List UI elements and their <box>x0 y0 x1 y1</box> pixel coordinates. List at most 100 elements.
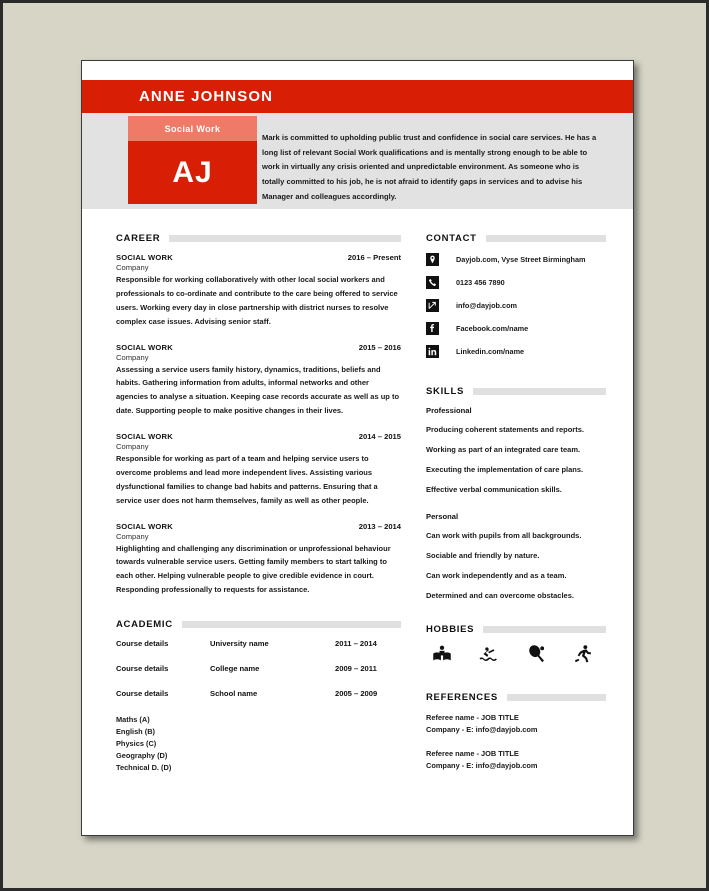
job-dates: 2016 – Present <box>347 253 401 262</box>
academic-section-header: ACADEMIC <box>116 619 401 630</box>
education-institution: School name <box>210 689 258 698</box>
job-entry: SOCIAL WORK 2015 – 2016 Company Assessin… <box>116 343 401 419</box>
career-header-rule <box>169 235 401 242</box>
reference-company-email: Company - E: info@dayjob.com <box>426 724 538 734</box>
table-tennis-icon <box>526 644 546 664</box>
phone-icon <box>426 276 439 289</box>
linkedin-icon <box>426 345 439 358</box>
profile-summary: Mark is committed to upholding public tr… <box>262 133 597 201</box>
job-dates: 2014 – 2015 <box>358 432 401 441</box>
hobbies-heading: HOBBIES <box>426 624 475 635</box>
grade-item: English (B) <box>116 726 156 736</box>
reference-entry: Referee name - JOB TITLE Company - E: in… <box>426 712 606 736</box>
email-icon <box>426 299 439 312</box>
reference-name-title: Referee name - JOB TITLE <box>426 713 519 722</box>
hobby-icon-list <box>432 644 606 664</box>
skills-section: SKILLS Professional Producing coherent s… <box>426 386 606 600</box>
job-header-row: SOCIAL WORK 2013 – 2014 <box>116 522 401 531</box>
skills-professional-label: Professional <box>426 406 472 415</box>
grades-list: Maths (A) English (B) Physics (C) Geogra… <box>116 714 401 774</box>
running-icon <box>573 644 593 664</box>
job-dates: 2015 – 2016 <box>358 342 401 352</box>
job-header-row: SOCIAL WORK 2015 – 2016 <box>116 343 401 352</box>
job-company: Company <box>116 263 149 272</box>
job-entry: SOCIAL WORK 2016 – Present Company Respo… <box>116 253 401 329</box>
skills-header-rule <box>472 388 606 395</box>
job-description: Responsible for working collaboratively … <box>116 275 398 326</box>
contact-header-rule <box>485 235 606 242</box>
badge-job-title: Social Work <box>128 116 257 141</box>
job-entry: SOCIAL WORK 2014 – 2015 Company Responsi… <box>116 432 401 508</box>
contact-email-text: info@dayjob.com <box>456 301 518 310</box>
contact-row-address: Dayjob.com, Vyse Street Birmingham <box>426 253 606 266</box>
contact-heading: CONTACT <box>426 233 477 244</box>
skills-section-header: SKILLS <box>426 386 606 397</box>
career-heading: CAREER <box>116 233 161 244</box>
job-company: Company <box>116 442 149 451</box>
job-dates: 2013 – 2014 <box>358 521 401 531</box>
resume-page: ANNE JOHNSON Social Work AJ Mark is comm… <box>81 60 634 836</box>
hobbies-header-rule <box>483 626 606 633</box>
name-banner: ANNE JOHNSON <box>82 80 633 113</box>
education-years: 2011 – 2014 <box>335 639 377 648</box>
reference-company-email: Company - E: info@dayjob.com <box>426 760 538 770</box>
job-title: SOCIAL WORK <box>116 521 173 531</box>
grade-item: Geography (D) <box>116 750 168 760</box>
swimming-icon <box>479 644 499 664</box>
job-title: SOCIAL WORK <box>116 342 173 352</box>
left-column: CAREER SOCIAL WORK 2016 – Present Compan… <box>116 233 401 774</box>
contact-phone-text: 0123 456 7890 <box>456 278 505 287</box>
education-course: Course details <box>116 664 169 673</box>
job-description: Highlighting and challenging any discrim… <box>116 543 391 595</box>
contact-row-facebook[interactable]: Facebook.com/name <box>426 322 606 335</box>
academic-section: ACADEMIC Course details University name … <box>116 619 401 774</box>
job-entry: SOCIAL WORK 2013 – 2014 Company Highligh… <box>116 522 401 598</box>
references-section-header: REFERENCES <box>426 692 606 703</box>
contact-facebook-text: Facebook.com/name <box>456 324 529 333</box>
contact-row-linkedin[interactable]: Linkedin.com/name <box>426 345 606 358</box>
grade-item: Maths (A) <box>116 715 150 724</box>
job-company: Company <box>116 531 149 541</box>
grade-item: Physics (C) <box>116 738 157 748</box>
skills-heading: SKILLS <box>426 386 464 397</box>
job-title: SOCIAL WORK <box>116 432 173 441</box>
hobbies-section-header: HOBBIES <box>426 624 606 635</box>
academic-heading: ACADEMIC <box>116 619 173 630</box>
references-header-rule <box>506 694 606 701</box>
screenshot-frame: ANNE JOHNSON Social Work AJ Mark is comm… <box>0 0 709 891</box>
contact-section-header: CONTACT <box>426 233 606 244</box>
grade-item: Technical D. (D) <box>116 762 172 772</box>
facebook-icon <box>426 322 439 335</box>
contact-linkedin-text: Linkedin.com/name <box>456 347 525 356</box>
references-section: REFERENCES Referee name - JOB TITLE Comp… <box>426 692 606 771</box>
skills-group-divider <box>426 505 606 512</box>
contact-address-text: Dayjob.com, Vyse Street Birmingham <box>456 255 586 264</box>
education-row: Course details University name 2011 – 20… <box>116 639 401 648</box>
skill-item: Sociable and friendly by nature. <box>426 551 540 560</box>
education-institution: College name <box>210 664 260 673</box>
hobbies-section: HOBBIES <box>426 624 606 664</box>
skill-item: Can work independently and as a team. <box>426 571 567 580</box>
job-company: Company <box>116 352 149 362</box>
right-column: CONTACT Dayjob.com, Vyse Street Birmingh… <box>426 233 606 783</box>
academic-header-rule <box>181 621 401 628</box>
education-course: Course details <box>116 639 169 648</box>
job-title: SOCIAL WORK <box>116 253 173 262</box>
contact-section: CONTACT Dayjob.com, Vyse Street Birmingh… <box>426 233 606 358</box>
career-section-header: CAREER <box>116 233 401 244</box>
avatar: AJ <box>128 141 257 204</box>
skill-item: Executing the implementation of care pla… <box>426 465 584 474</box>
skill-item: Producing coherent statements and report… <box>426 425 584 434</box>
skill-item: Working as part of an integrated care te… <box>426 445 581 454</box>
skill-item: Can work with pupils from all background… <box>426 531 582 540</box>
education-institution: University name <box>210 639 269 648</box>
profile-badge: Social Work AJ <box>128 116 257 204</box>
education-years: 2005 – 2009 <box>335 689 378 698</box>
contact-row-phone: 0123 456 7890 <box>426 276 606 289</box>
location-pin-icon <box>426 253 439 266</box>
career-section: CAREER SOCIAL WORK 2016 – Present Compan… <box>116 233 401 597</box>
education-row: Course details School name 2005 – 2009 <box>116 689 401 698</box>
education-course: Course details <box>116 689 169 698</box>
contact-row-email[interactable]: info@dayjob.com <box>426 299 606 312</box>
reference-name-title: Referee name - JOB TITLE <box>426 748 519 758</box>
